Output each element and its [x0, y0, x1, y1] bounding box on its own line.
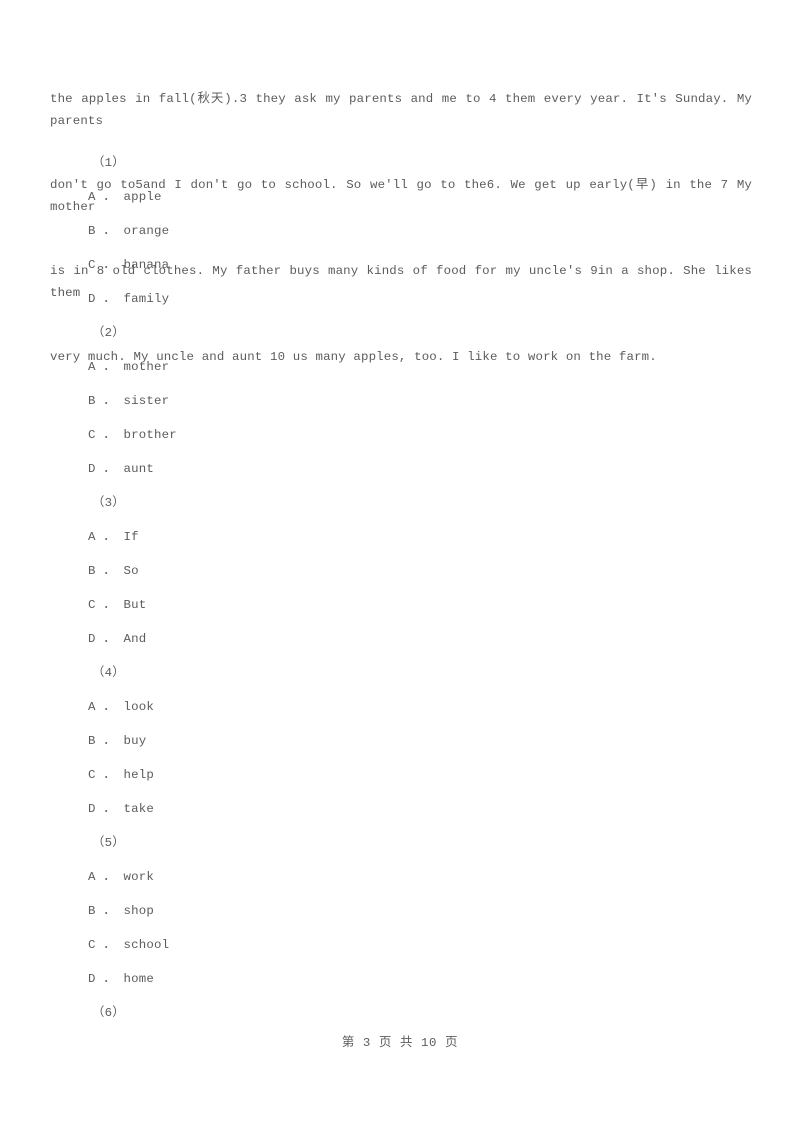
- option-d[interactable]: D ． home: [0, 962, 800, 996]
- question-list: （1） A ． apple B ． orange C ． banana D ． …: [0, 146, 800, 1030]
- question-block: （6）: [0, 996, 800, 1030]
- question-block: （1） A ． apple B ． orange C ． banana D ． …: [0, 146, 800, 316]
- page-footer: 第 3 页 共 10 页: [341, 1036, 459, 1050]
- option-a[interactable]: A ． look: [0, 690, 800, 724]
- option-c[interactable]: C ． banana: [0, 248, 800, 282]
- option-c[interactable]: C ． help: [0, 758, 800, 792]
- option-b[interactable]: B ． orange: [0, 214, 800, 248]
- option-b[interactable]: B ． So: [0, 554, 800, 588]
- option-c[interactable]: C ． brother: [0, 418, 800, 452]
- option-c[interactable]: C ． school: [0, 928, 800, 962]
- option-b[interactable]: B ． buy: [0, 724, 800, 758]
- option-a[interactable]: A ． apple: [0, 180, 800, 214]
- question-block: （2） A ． mother B ． sister C ． brother D …: [0, 316, 800, 486]
- passage-line: the apples in fall(秋天).3 they ask my par…: [50, 92, 760, 128]
- option-d[interactable]: D ． take: [0, 792, 800, 826]
- question-block: （4） A ． look B ． buy C ． help D ． take: [0, 656, 800, 826]
- question-number: （4）: [92, 666, 125, 680]
- question-block: （3） A ． If B ． So C ． But D ． And: [0, 486, 800, 656]
- option-a[interactable]: A ． If: [0, 520, 800, 554]
- question-number: （6）: [92, 1006, 125, 1020]
- option-a[interactable]: A ． work: [0, 860, 800, 894]
- option-b[interactable]: B ． shop: [0, 894, 800, 928]
- question-number: （2）: [92, 326, 125, 340]
- question-number: （5）: [92, 836, 125, 850]
- option-d[interactable]: D ． aunt: [0, 452, 800, 486]
- option-d[interactable]: D ． family: [0, 282, 800, 316]
- question-block: （5） A ． work B ． shop C ． school D ． hom…: [0, 826, 800, 996]
- option-c[interactable]: C ． But: [0, 588, 800, 622]
- exam-page: the apples in fall(秋天).3 they ask my par…: [0, 0, 800, 1132]
- option-b[interactable]: B ． sister: [0, 384, 800, 418]
- question-number: （1）: [92, 156, 125, 170]
- option-d[interactable]: D ． And: [0, 622, 800, 656]
- question-number: （3）: [92, 496, 125, 510]
- option-a[interactable]: A ． mother: [0, 350, 800, 384]
